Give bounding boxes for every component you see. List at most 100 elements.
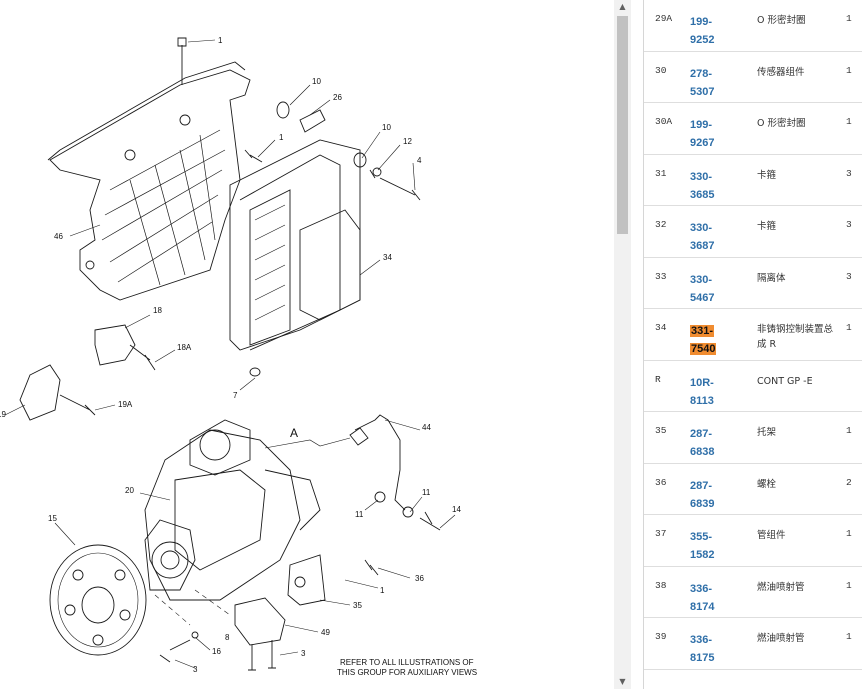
callout-1-mid: 1	[279, 133, 284, 142]
part-quantity: 1	[846, 322, 852, 333]
ref-number: 31	[655, 167, 667, 179]
part-number-prefix[interactable]: 330-	[690, 171, 712, 183]
part-number-link[interactable]: 330- 5467	[690, 271, 726, 307]
parts-row[interactable]: 29A 199- 9252 O 形密封圈 1	[644, 0, 862, 52]
part-description: 燃油喷射管	[757, 581, 805, 593]
part-number-prefix[interactable]: 199-	[690, 16, 712, 28]
parts-list-table: 29A 199- 9252 O 形密封圈 1 30 278- 5307 传感器组件 1 30A 199…	[643, 0, 862, 689]
ref-number: 39	[655, 631, 667, 642]
vertical-scrollbar[interactable]: ▲ ▼	[614, 0, 631, 689]
view-a-label: A	[290, 426, 298, 440]
part-number-link[interactable]: 331- 7540	[690, 322, 726, 358]
parts-row[interactable]: 35 287- 6838 托架 1	[644, 412, 862, 464]
callout-4: 4	[417, 156, 422, 165]
part-description: 传感器组件	[757, 66, 805, 78]
parts-diagram: 1 10 26 1 10 12 4 46 34 18 18A 7 19A 19 …	[0, 0, 612, 689]
parts-row[interactable]: 32 330- 3687 卡箍 3	[644, 206, 862, 258]
part-number-suffix[interactable]: 3685	[690, 189, 714, 201]
part-number-link[interactable]: 199- 9267	[690, 116, 726, 152]
callout-16: 16	[212, 647, 221, 656]
part-description: 卡箍	[757, 169, 777, 181]
parts-row[interactable]: R 10R- 8113 CONT GP -E	[644, 361, 862, 412]
callout-1-bottom: 1	[380, 586, 385, 595]
part-number-suffix[interactable]: 9252	[690, 34, 714, 46]
callout-20: 20	[125, 486, 134, 495]
part-number-link[interactable]: 330- 3687	[690, 219, 726, 255]
ref-number: 37	[655, 528, 667, 539]
part-quantity: 1	[846, 13, 852, 24]
part-number-suffix[interactable]: 3687	[690, 240, 714, 252]
part-number-link[interactable]: 355- 1582	[690, 528, 726, 564]
part-number-suffix[interactable]: 8174	[690, 601, 714, 613]
part-number-suffix[interactable]: 5307	[690, 86, 714, 98]
part-quantity: 2	[846, 476, 852, 488]
auxiliary-note-line1: REFER TO ALL ILLUSTRATIONS OF	[340, 658, 474, 667]
callout-8: 8	[225, 633, 230, 642]
ref-number: 29A	[655, 13, 673, 24]
callout-46: 46	[54, 232, 63, 241]
callout-18a: 18A	[177, 343, 192, 352]
callout-34: 34	[383, 253, 392, 262]
part-number-prefix[interactable]: 330-	[690, 222, 712, 234]
part-number-prefix[interactable]: 278-	[690, 68, 712, 80]
callout-1-top: 1	[218, 36, 223, 45]
part-description: 螺栓	[757, 478, 777, 490]
part-number-prefix[interactable]: 199-	[690, 119, 712, 131]
ref-number: R	[655, 373, 661, 385]
parts-row[interactable]: 37 355- 1582 管组件 1	[644, 515, 862, 567]
part-number-link[interactable]: 10R- 8113	[690, 374, 726, 410]
scroll-up-arrow-icon[interactable]: ▲	[614, 0, 631, 14]
part-number-prefix[interactable]: 331-	[690, 325, 715, 337]
parts-row[interactable]: 30 278- 5307 传感器组件 1	[644, 52, 862, 103]
callout-10-top: 10	[312, 77, 321, 86]
part-number-prefix[interactable]: 355-	[690, 531, 712, 543]
part-number-prefix[interactable]: 336-	[690, 634, 712, 646]
callout-44: 44	[422, 423, 431, 432]
part-number-prefix[interactable]: 330-	[690, 274, 712, 286]
part-number-link[interactable]: 199- 9252	[690, 13, 726, 49]
parts-row[interactable]: 38 336- 8174 燃油喷射管 1	[644, 567, 862, 618]
callout-11-left: 11	[355, 510, 364, 519]
callout-3-right: 3	[301, 649, 306, 658]
part-number-suffix[interactable]: 5467	[690, 292, 714, 304]
part-description: 隔离体	[757, 272, 786, 284]
callout-19: 19	[0, 410, 6, 419]
parts-row[interactable]: 31 330- 3685 卡箍 3	[644, 155, 862, 206]
part-description: 卡箍	[757, 221, 777, 232]
part-number-link[interactable]: 336- 8175	[690, 631, 726, 667]
part-number-link[interactable]: 287- 6839	[690, 477, 726, 513]
parts-row[interactable]: 30A 199- 9267 O 形密封圈 1	[644, 103, 862, 155]
parts-row[interactable]: 39 336- 8175 燃油喷射管 1	[644, 618, 862, 670]
callout-11-right: 11	[422, 488, 431, 497]
part-number-suffix[interactable]: 6839	[690, 498, 714, 510]
parts-row[interactable]: 34 331- 7540 非铸钢控制装置总成 R 1	[644, 309, 862, 361]
ref-number: 34	[655, 322, 667, 333]
part-number-link[interactable]: 330- 3685	[690, 168, 726, 204]
ref-number: 36	[655, 476, 667, 488]
part-number-suffix[interactable]: 6838	[690, 446, 714, 458]
part-quantity: 1	[846, 116, 852, 127]
scroll-down-arrow-icon[interactable]: ▼	[614, 675, 631, 689]
callout-10-mid: 10	[382, 123, 391, 132]
part-number-link[interactable]: 287- 6838	[690, 425, 726, 461]
parts-row[interactable]: 36 287- 6839 螺栓 2	[644, 464, 862, 515]
part-description: 非铸钢控制装置总成 R	[757, 324, 834, 350]
part-number-prefix[interactable]: 336-	[690, 583, 712, 595]
callout-26: 26	[333, 93, 342, 102]
part-number-prefix[interactable]: 287-	[690, 480, 712, 492]
part-quantity: 1	[846, 425, 852, 436]
part-number-suffix[interactable]: 1582	[690, 549, 714, 561]
scrollbar-thumb[interactable]	[617, 16, 628, 234]
part-number-suffix[interactable]: 9267	[690, 137, 714, 149]
part-number-prefix[interactable]: 10R-	[690, 377, 714, 389]
parts-row[interactable]: 33 330- 5467 隔离体 3	[644, 258, 862, 309]
part-number-link[interactable]: 336- 8174	[690, 580, 726, 616]
part-number-link[interactable]: 278- 5307	[690, 65, 726, 101]
part-number-suffix[interactable]: 8175	[690, 652, 714, 664]
part-number-prefix[interactable]: 287-	[690, 428, 712, 440]
part-description: 管组件	[757, 530, 786, 541]
ref-number: 32	[655, 219, 667, 230]
part-number-suffix[interactable]: 8113	[690, 395, 714, 407]
part-number-suffix[interactable]: 7540	[690, 343, 717, 355]
part-quantity: 1	[846, 631, 852, 642]
